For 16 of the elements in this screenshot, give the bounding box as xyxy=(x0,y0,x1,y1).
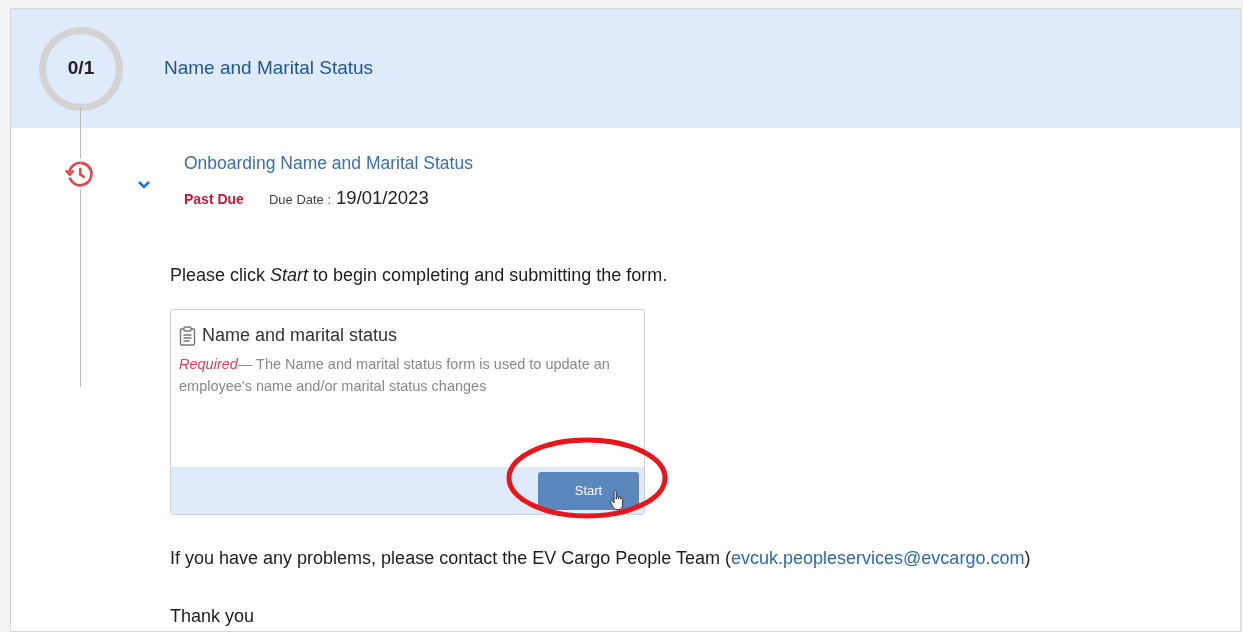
email-link[interactable]: evcuk.peopleservices@evcargo.com xyxy=(731,548,1025,568)
instruction-text: Please click Start to begin completing and submitting the form. xyxy=(170,264,669,287)
start-button[interactable]: Start xyxy=(538,471,639,510)
section-title: Name and Marital Status xyxy=(164,56,374,81)
clipboard-icon xyxy=(179,325,196,346)
chevron-icon[interactable] xyxy=(137,180,151,190)
status-label: Past Due xyxy=(184,190,244,210)
due-date-label: Due Date : xyxy=(268,191,332,210)
form-title: Name and marital status xyxy=(202,324,398,347)
due-date: 19/01/2023 xyxy=(336,186,429,211)
hand-cursor-icon xyxy=(609,489,625,511)
form-description: Required— The Name and marital status form is used to update an employee's name and/or marital status changes xyxy=(179,355,611,396)
closing-text: Thank you xyxy=(170,605,256,628)
contact-text: If you have any problems, please contact the EV Cargo People Team (evcuk.peopleservices@evcargo.com) xyxy=(170,547,1032,570)
progress-ring: 0/1 xyxy=(39,26,123,111)
task-title[interactable]: Onboarding Name and Marital Status xyxy=(184,150,473,177)
